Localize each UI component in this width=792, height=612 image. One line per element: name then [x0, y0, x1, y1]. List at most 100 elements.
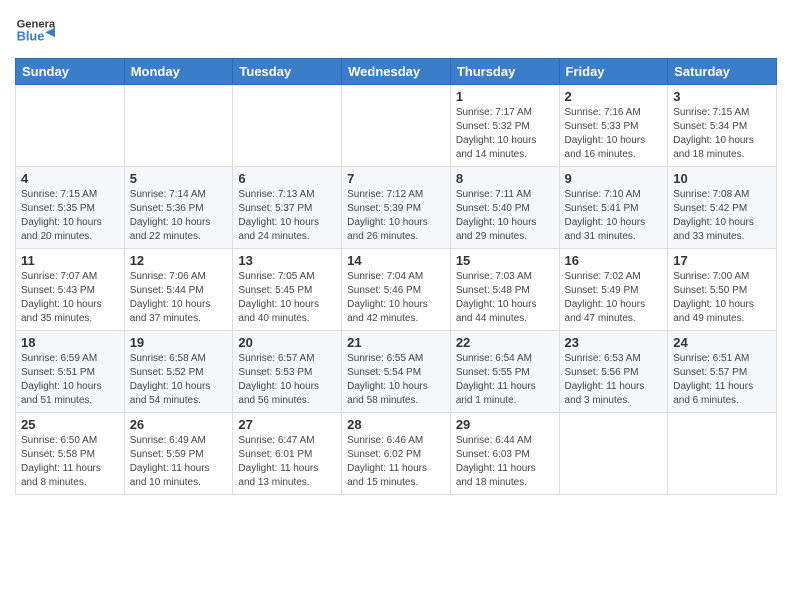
logo: General Blue [15, 10, 55, 50]
calendar-week-row: 25 Sunrise: 6:50 AM Sunset: 5:58 PM Dayli… [16, 413, 777, 495]
calendar-cell: 7 Sunrise: 7:12 AM Sunset: 5:39 PM Daylig… [342, 167, 451, 249]
day-info: Sunrise: 7:05 AM Sunset: 5:45 PM Dayligh… [238, 270, 336, 326]
day-number: 17 [673, 253, 771, 268]
calendar-cell: 26 Sunrise: 6:49 AM Sunset: 5:59 PM Dayli… [124, 413, 233, 495]
calendar-table: SundayMondayTuesdayWednesdayThursdayFrid… [15, 58, 777, 495]
logo-icon: General Blue [15, 10, 55, 50]
day-number: 19 [130, 335, 228, 350]
day-number: 23 [565, 335, 663, 350]
day-info: Sunrise: 7:02 AM Sunset: 5:49 PM Dayligh… [565, 270, 663, 326]
day-number: 3 [673, 89, 771, 104]
day-info: Sunrise: 7:07 AM Sunset: 5:43 PM Dayligh… [21, 270, 119, 326]
calendar-cell: 2 Sunrise: 7:16 AM Sunset: 5:33 PM Daylig… [559, 85, 668, 167]
day-number: 9 [565, 171, 663, 186]
calendar-day-header: Thursday [450, 59, 559, 85]
calendar-day-header: Friday [559, 59, 668, 85]
day-number: 26 [130, 417, 228, 432]
calendar-cell: 12Sunrise: 7:06 AM Sunset: 5:44 PM Dayli… [124, 249, 233, 331]
day-info: Sunrise: 7:17 AM Sunset: 5:32 PM Dayligh… [456, 106, 554, 162]
day-info: Sunrise: 7:12 AM Sunset: 5:39 PM Dayligh… [347, 188, 445, 244]
day-info: Sunrise: 7:00 AM Sunset: 5:50 PM Dayligh… [673, 270, 771, 326]
day-number: 7 [347, 171, 445, 186]
calendar-cell: 13 Sunrise: 7:05 AM Sunset: 5:45 PM Dayli… [233, 249, 342, 331]
day-number: 14 [347, 253, 445, 268]
calendar-cell [16, 85, 125, 167]
calendar-cell: 22 Sunrise: 6:54 AM Sunset: 5:55 PM Dayli… [450, 331, 559, 413]
day-number: 25 [21, 417, 119, 432]
day-number: 18 [21, 335, 119, 350]
day-number: 2 [565, 89, 663, 104]
calendar-cell: 9 Sunrise: 7:10 AM Sunset: 5:41 PM Daylig… [559, 167, 668, 249]
calendar-cell: 11 Sunrise: 7:07 AM Sunset: 5:43 PM Dayli… [16, 249, 125, 331]
calendar-cell [559, 413, 668, 495]
day-number: 10 [673, 171, 771, 186]
day-number: 12 [130, 253, 228, 268]
calendar-cell: 1 Sunrise: 7:17 AM Sunset: 5:32 PM Daylig… [450, 85, 559, 167]
day-info: Sunrise: 7:13 AM Sunset: 5:37 PM Dayligh… [238, 188, 336, 244]
calendar-cell: 25 Sunrise: 6:50 AM Sunset: 5:58 PM Dayli… [16, 413, 125, 495]
page-header: General Blue [15, 10, 777, 50]
day-info: Sunrise: 6:59 AM Sunset: 5:51 PM Dayligh… [21, 352, 119, 408]
calendar-cell: 20 Sunrise: 6:57 AM Sunset: 5:53 PM Dayli… [233, 331, 342, 413]
calendar-cell: 19 Sunrise: 6:58 AM Sunset: 5:52 PM Dayli… [124, 331, 233, 413]
calendar-cell: 23 Sunrise: 6:53 AM Sunset: 5:56 PM Dayli… [559, 331, 668, 413]
calendar-cell: 14 Sunrise: 7:04 AM Sunset: 5:46 PM Dayli… [342, 249, 451, 331]
calendar-week-row: 1 Sunrise: 7:17 AM Sunset: 5:32 PM Daylig… [16, 85, 777, 167]
calendar-cell: 8Sunrise: 7:11 AM Sunset: 5:40 PM Daylig… [450, 167, 559, 249]
day-number: 11 [21, 253, 119, 268]
calendar-cell [668, 413, 777, 495]
day-info: Sunrise: 6:47 AM Sunset: 6:01 PM Dayligh… [238, 434, 336, 490]
day-number: 15 [456, 253, 554, 268]
calendar-cell: 5Sunrise: 7:14 AM Sunset: 5:36 PM Daylig… [124, 167, 233, 249]
calendar-cell: 28Sunrise: 6:46 AM Sunset: 6:02 PM Dayli… [342, 413, 451, 495]
calendar-cell: 27 Sunrise: 6:47 AM Sunset: 6:01 PM Dayli… [233, 413, 342, 495]
day-info: Sunrise: 6:53 AM Sunset: 5:56 PM Dayligh… [565, 352, 663, 408]
day-number: 1 [456, 89, 554, 104]
day-info: Sunrise: 7:04 AM Sunset: 5:46 PM Dayligh… [347, 270, 445, 326]
calendar-cell: 21 Sunrise: 6:55 AM Sunset: 5:54 PM Dayli… [342, 331, 451, 413]
calendar-day-header: Monday [124, 59, 233, 85]
day-number: 4 [21, 171, 119, 186]
day-info: Sunrise: 6:57 AM Sunset: 5:53 PM Dayligh… [238, 352, 336, 408]
calendar-cell: 24 Sunrise: 6:51 AM Sunset: 5:57 PM Dayli… [668, 331, 777, 413]
calendar-cell: 3 Sunrise: 7:15 AM Sunset: 5:34 PM Daylig… [668, 85, 777, 167]
day-number: 22 [456, 335, 554, 350]
day-number: 24 [673, 335, 771, 350]
calendar-cell: 6 Sunrise: 7:13 AM Sunset: 5:37 PM Daylig… [233, 167, 342, 249]
day-info: Sunrise: 7:11 AM Sunset: 5:40 PM Dayligh… [456, 188, 554, 244]
day-number: 21 [347, 335, 445, 350]
day-number: 29 [456, 417, 554, 432]
day-number: 27 [238, 417, 336, 432]
day-number: 6 [238, 171, 336, 186]
calendar-day-header: Sunday [16, 59, 125, 85]
day-info: Sunrise: 6:58 AM Sunset: 5:52 PM Dayligh… [130, 352, 228, 408]
calendar-day-header: Saturday [668, 59, 777, 85]
calendar-cell [342, 85, 451, 167]
calendar-cell [233, 85, 342, 167]
day-info: Sunrise: 7:16 AM Sunset: 5:33 PM Dayligh… [565, 106, 663, 162]
day-info: Sunrise: 6:49 AM Sunset: 5:59 PM Dayligh… [130, 434, 228, 490]
svg-text:Blue: Blue [17, 28, 45, 43]
day-info: Sunrise: 7:08 AM Sunset: 5:42 PM Dayligh… [673, 188, 771, 244]
day-info: Sunrise: 6:44 AM Sunset: 6:03 PM Dayligh… [456, 434, 554, 490]
day-number: 13 [238, 253, 336, 268]
calendar-cell [124, 85, 233, 167]
day-info: Sunrise: 7:10 AM Sunset: 5:41 PM Dayligh… [565, 188, 663, 244]
day-info: Sunrise: 6:50 AM Sunset: 5:58 PM Dayligh… [21, 434, 119, 490]
calendar-cell: 29 Sunrise: 6:44 AM Sunset: 6:03 PM Dayli… [450, 413, 559, 495]
calendar-header-row: SundayMondayTuesdayWednesdayThursdayFrid… [16, 59, 777, 85]
day-info: Sunrise: 7:03 AM Sunset: 5:48 PM Dayligh… [456, 270, 554, 326]
day-info: Sunrise: 6:55 AM Sunset: 5:54 PM Dayligh… [347, 352, 445, 408]
calendar-cell: 15 Sunrise: 7:03 AM Sunset: 5:48 PM Dayli… [450, 249, 559, 331]
day-info: Sunrise: 6:46 AM Sunset: 6:02 PM Dayligh… [347, 434, 445, 490]
day-number: 20 [238, 335, 336, 350]
calendar-cell: 17 Sunrise: 7:00 AM Sunset: 5:50 PM Dayli… [668, 249, 777, 331]
calendar-cell: 18 Sunrise: 6:59 AM Sunset: 5:51 PM Dayli… [16, 331, 125, 413]
calendar-day-header: Wednesday [342, 59, 451, 85]
day-info: Sunrise: 7:14 AM Sunset: 5:36 PM Dayligh… [130, 188, 228, 244]
day-info: Sunrise: 6:51 AM Sunset: 5:57 PM Dayligh… [673, 352, 771, 408]
day-info: Sunrise: 7:15 AM Sunset: 5:34 PM Dayligh… [673, 106, 771, 162]
day-info: Sunrise: 7:15 AM Sunset: 5:35 PM Dayligh… [21, 188, 119, 244]
day-info: Sunrise: 6:54 AM Sunset: 5:55 PM Dayligh… [456, 352, 554, 408]
calendar-cell: 10 Sunrise: 7:08 AM Sunset: 5:42 PM Dayli… [668, 167, 777, 249]
